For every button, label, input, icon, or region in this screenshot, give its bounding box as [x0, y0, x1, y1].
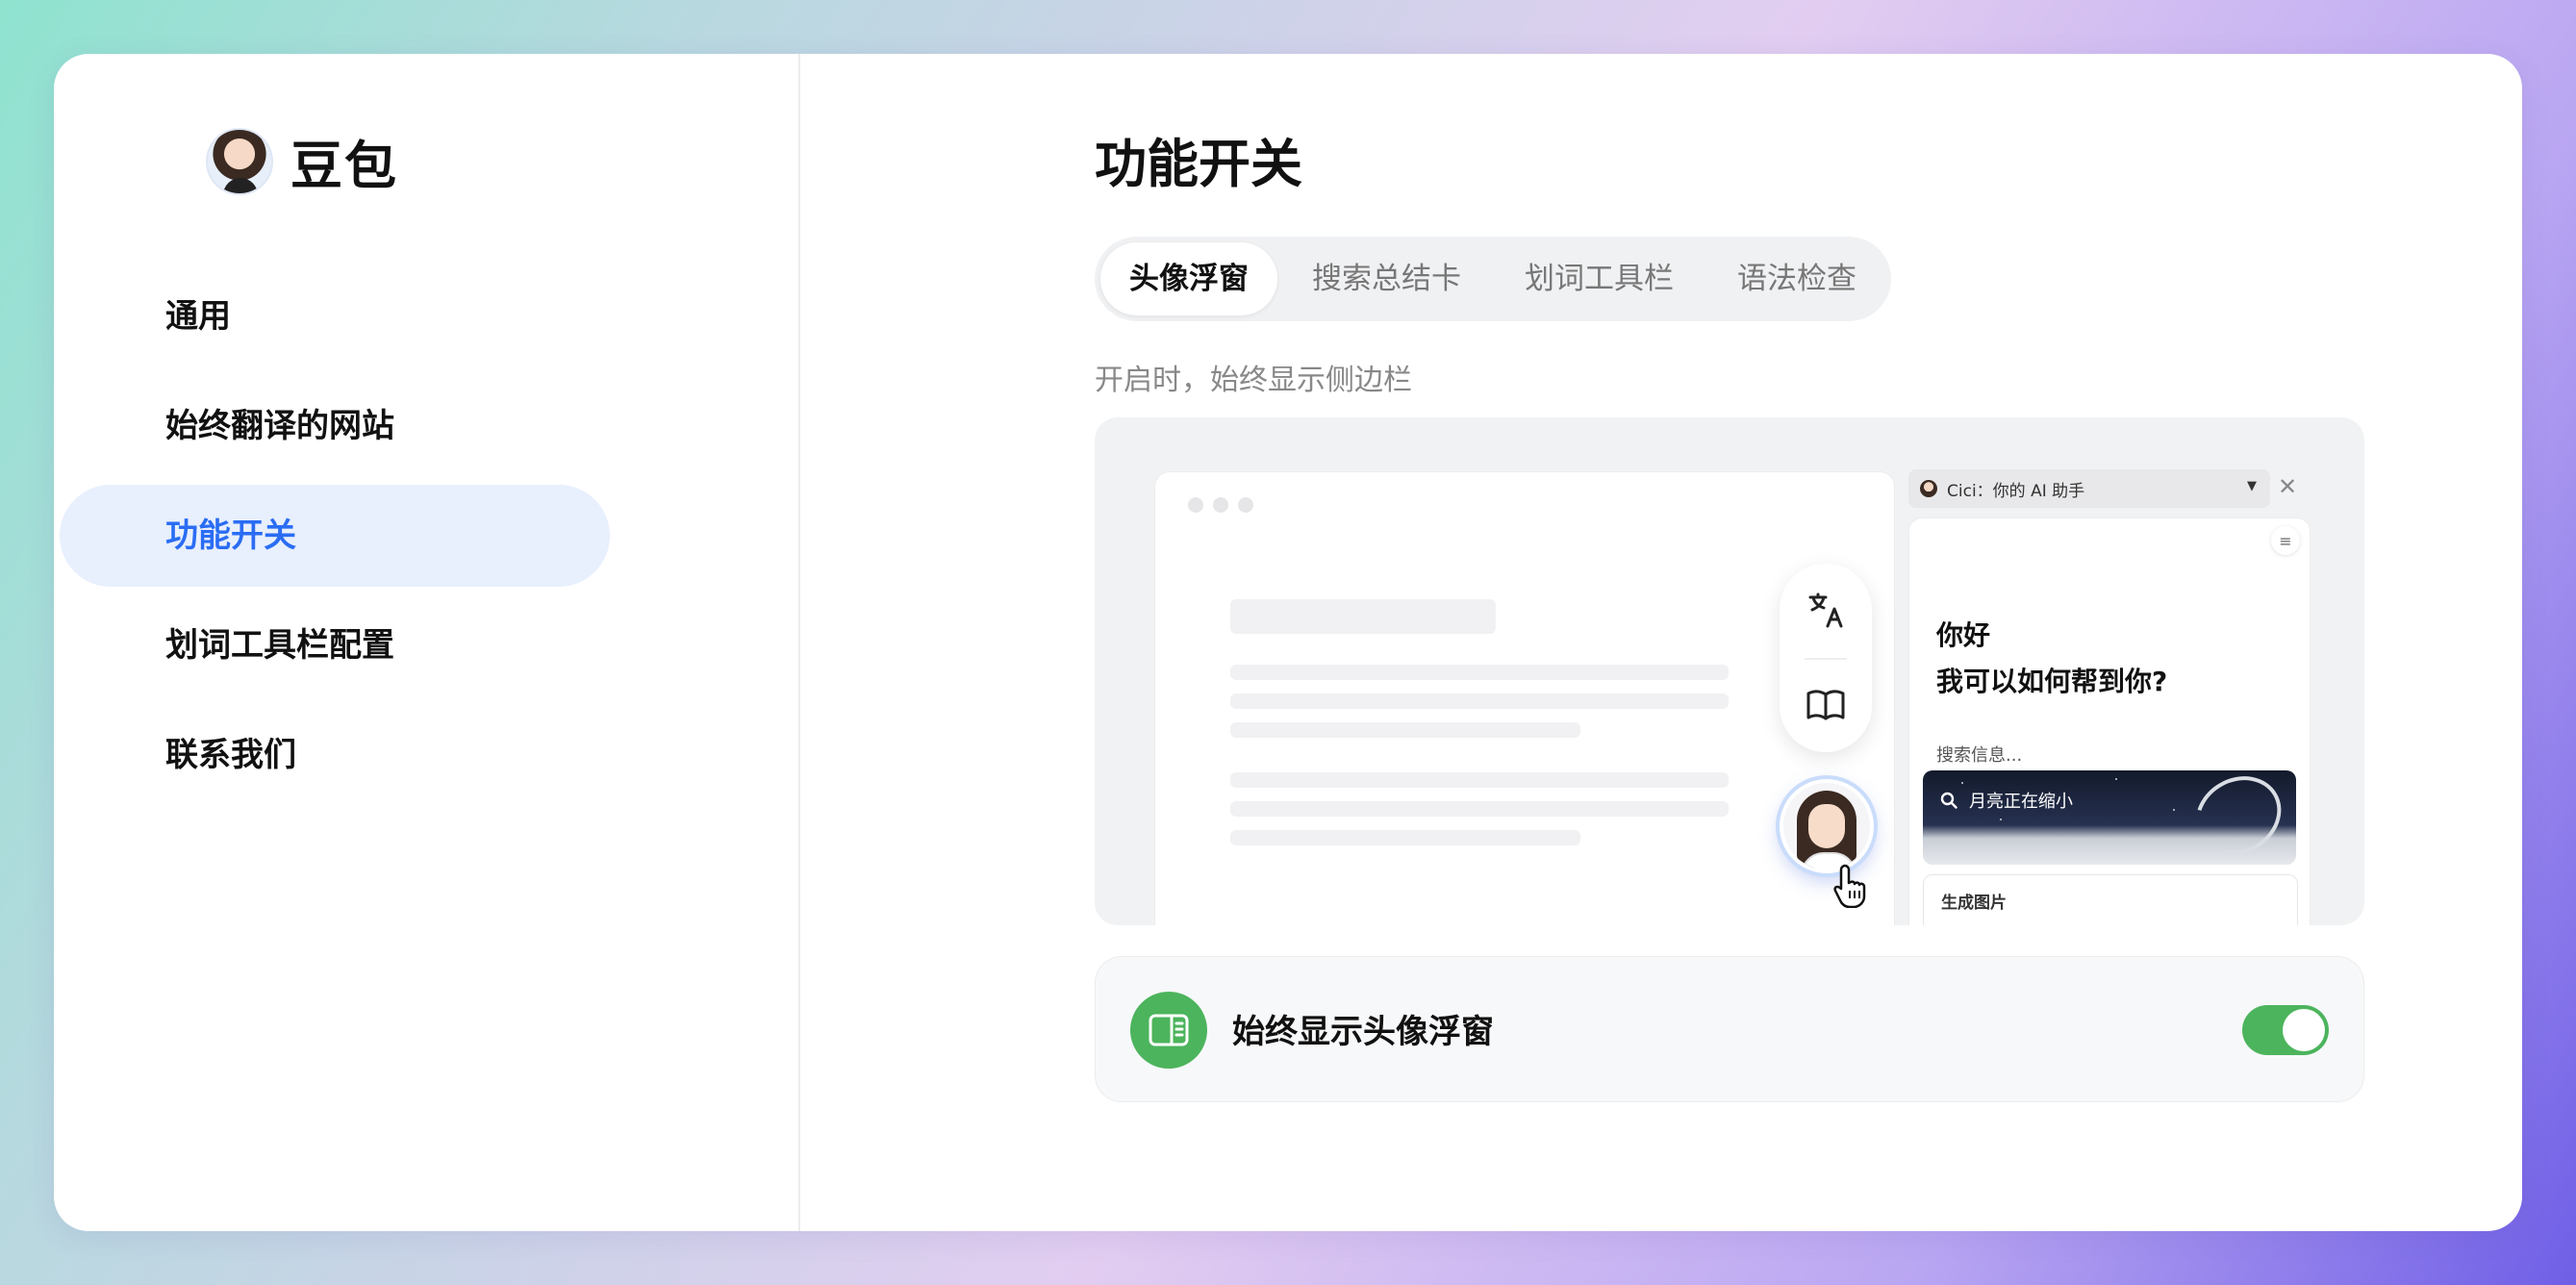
floating-toolbar [1780, 564, 1872, 752]
avatar-float-icon [1780, 779, 1874, 873]
sidebar-item-feature-toggles[interactable]: 功能开关 [60, 485, 610, 587]
sidebar-item-label: 联系我们 [165, 736, 296, 774]
tab-avatar-float[interactable]: 头像浮窗 [1100, 242, 1277, 315]
sidebar-item-label: 划词工具栏配置 [165, 626, 394, 665]
brand: 豆包 [206, 123, 398, 199]
sidebar-item-contact-us[interactable]: 联系我们 [60, 704, 610, 806]
user-avatar-icon [206, 127, 273, 195]
tab-selection-toolbar[interactable]: 划词工具栏 [1496, 242, 1703, 315]
setting-row-avatar-float: 始终显示头像浮窗 [1095, 956, 2364, 1102]
sidebar-panel-title: Cici：你的 AI 助手 [1947, 481, 2085, 501]
sidebar-panel-preview: ≡ 你好 我可以如何帮到你? 搜索信息... 月亮正在缩小 生成图片 [1908, 517, 2311, 925]
search-card-query: 月亮正在缩小 [1940, 788, 2073, 813]
sidebar-panel-icon [1130, 992, 1207, 1069]
toggle-knob [2283, 1009, 2325, 1051]
page-title: 功能开关 [1095, 134, 1302, 194]
cursor-hand-icon [1831, 862, 1874, 912]
search-card: 月亮正在缩小 [1923, 770, 2296, 865]
setting-label: 始终显示头像浮窗 [1232, 1013, 1494, 1051]
skeleton-line [1230, 722, 1580, 738]
generate-image-label: 生成图片 [1941, 894, 2007, 913]
app-name: 豆包 [290, 136, 398, 196]
greeting-line-2: 我可以如何帮到你? [1936, 666, 2168, 697]
sidebar-nav: 通用 始终翻译的网站 功能开关 划词工具栏配置 联系我们 [60, 265, 716, 814]
feature-preview: Cici：你的 AI 助手 ▼ ✕ ≡ 你好 我可以如何帮到你? 搜索信息... [1095, 417, 2364, 925]
generate-image-card: 生成图片 [1923, 874, 2298, 925]
menu-icon: ≡ [2271, 526, 2300, 555]
chevron-down-icon: ▼ [2247, 479, 2257, 493]
sidebar-item-general[interactable]: 通用 [60, 265, 610, 367]
mini-avatar-icon [1920, 480, 1937, 497]
sidebar-item-label: 通用 [165, 297, 231, 336]
tab-description: 开启时，始终显示侧边栏 [1095, 364, 1412, 397]
search-icon [1940, 792, 1957, 809]
sidebar-item-always-translate-sites[interactable]: 始终翻译的网站 [60, 375, 610, 477]
translate-icon [1780, 564, 1872, 658]
main-content: 功能开关 头像浮窗 搜索总结卡 划词工具栏 语法检查 开启时，始终显示侧边栏 C… [1095, 54, 2364, 1231]
sidebar-item-label: 始终翻译的网站 [165, 407, 394, 445]
skeleton-line [1230, 830, 1580, 845]
sidebar-item-label: 功能开关 [165, 517, 296, 555]
radio-dish-image [2181, 770, 2296, 865]
skeleton-line [1230, 772, 1729, 788]
feature-tabs: 头像浮窗 搜索总结卡 划词工具栏 语法检查 [1095, 237, 1891, 321]
window-dots [1188, 497, 1253, 513]
tab-grammar-check[interactable]: 语法检查 [1708, 242, 1885, 315]
close-icon: ✕ [2278, 473, 2298, 500]
skeleton-line [1230, 801, 1729, 817]
skeleton-line [1230, 599, 1496, 634]
always-show-avatar-toggle[interactable] [2242, 1005, 2329, 1055]
greeting-line-1: 你好 [1936, 619, 1991, 651]
skeleton-line [1230, 693, 1729, 709]
tab-search-summary[interactable]: 搜索总结卡 [1283, 242, 1490, 315]
search-section-label: 搜索信息... [1936, 745, 2023, 766]
search-query-text: 月亮正在缩小 [1969, 792, 2073, 812]
sidebar-item-toolbar-config[interactable]: 划词工具栏配置 [60, 594, 610, 696]
skeleton-line [1230, 665, 1729, 680]
settings-window: 豆包 通用 始终翻译的网站 功能开关 划词工具栏配置 联系我们 功能开关 头像浮… [54, 54, 2522, 1231]
sidebar-panel-header: Cici：你的 AI 助手 ▼ [1908, 469, 2270, 508]
book-icon [1780, 658, 1872, 752]
sidebar: 豆包 通用 始终翻译的网站 功能开关 划词工具栏配置 联系我们 [54, 54, 800, 1231]
